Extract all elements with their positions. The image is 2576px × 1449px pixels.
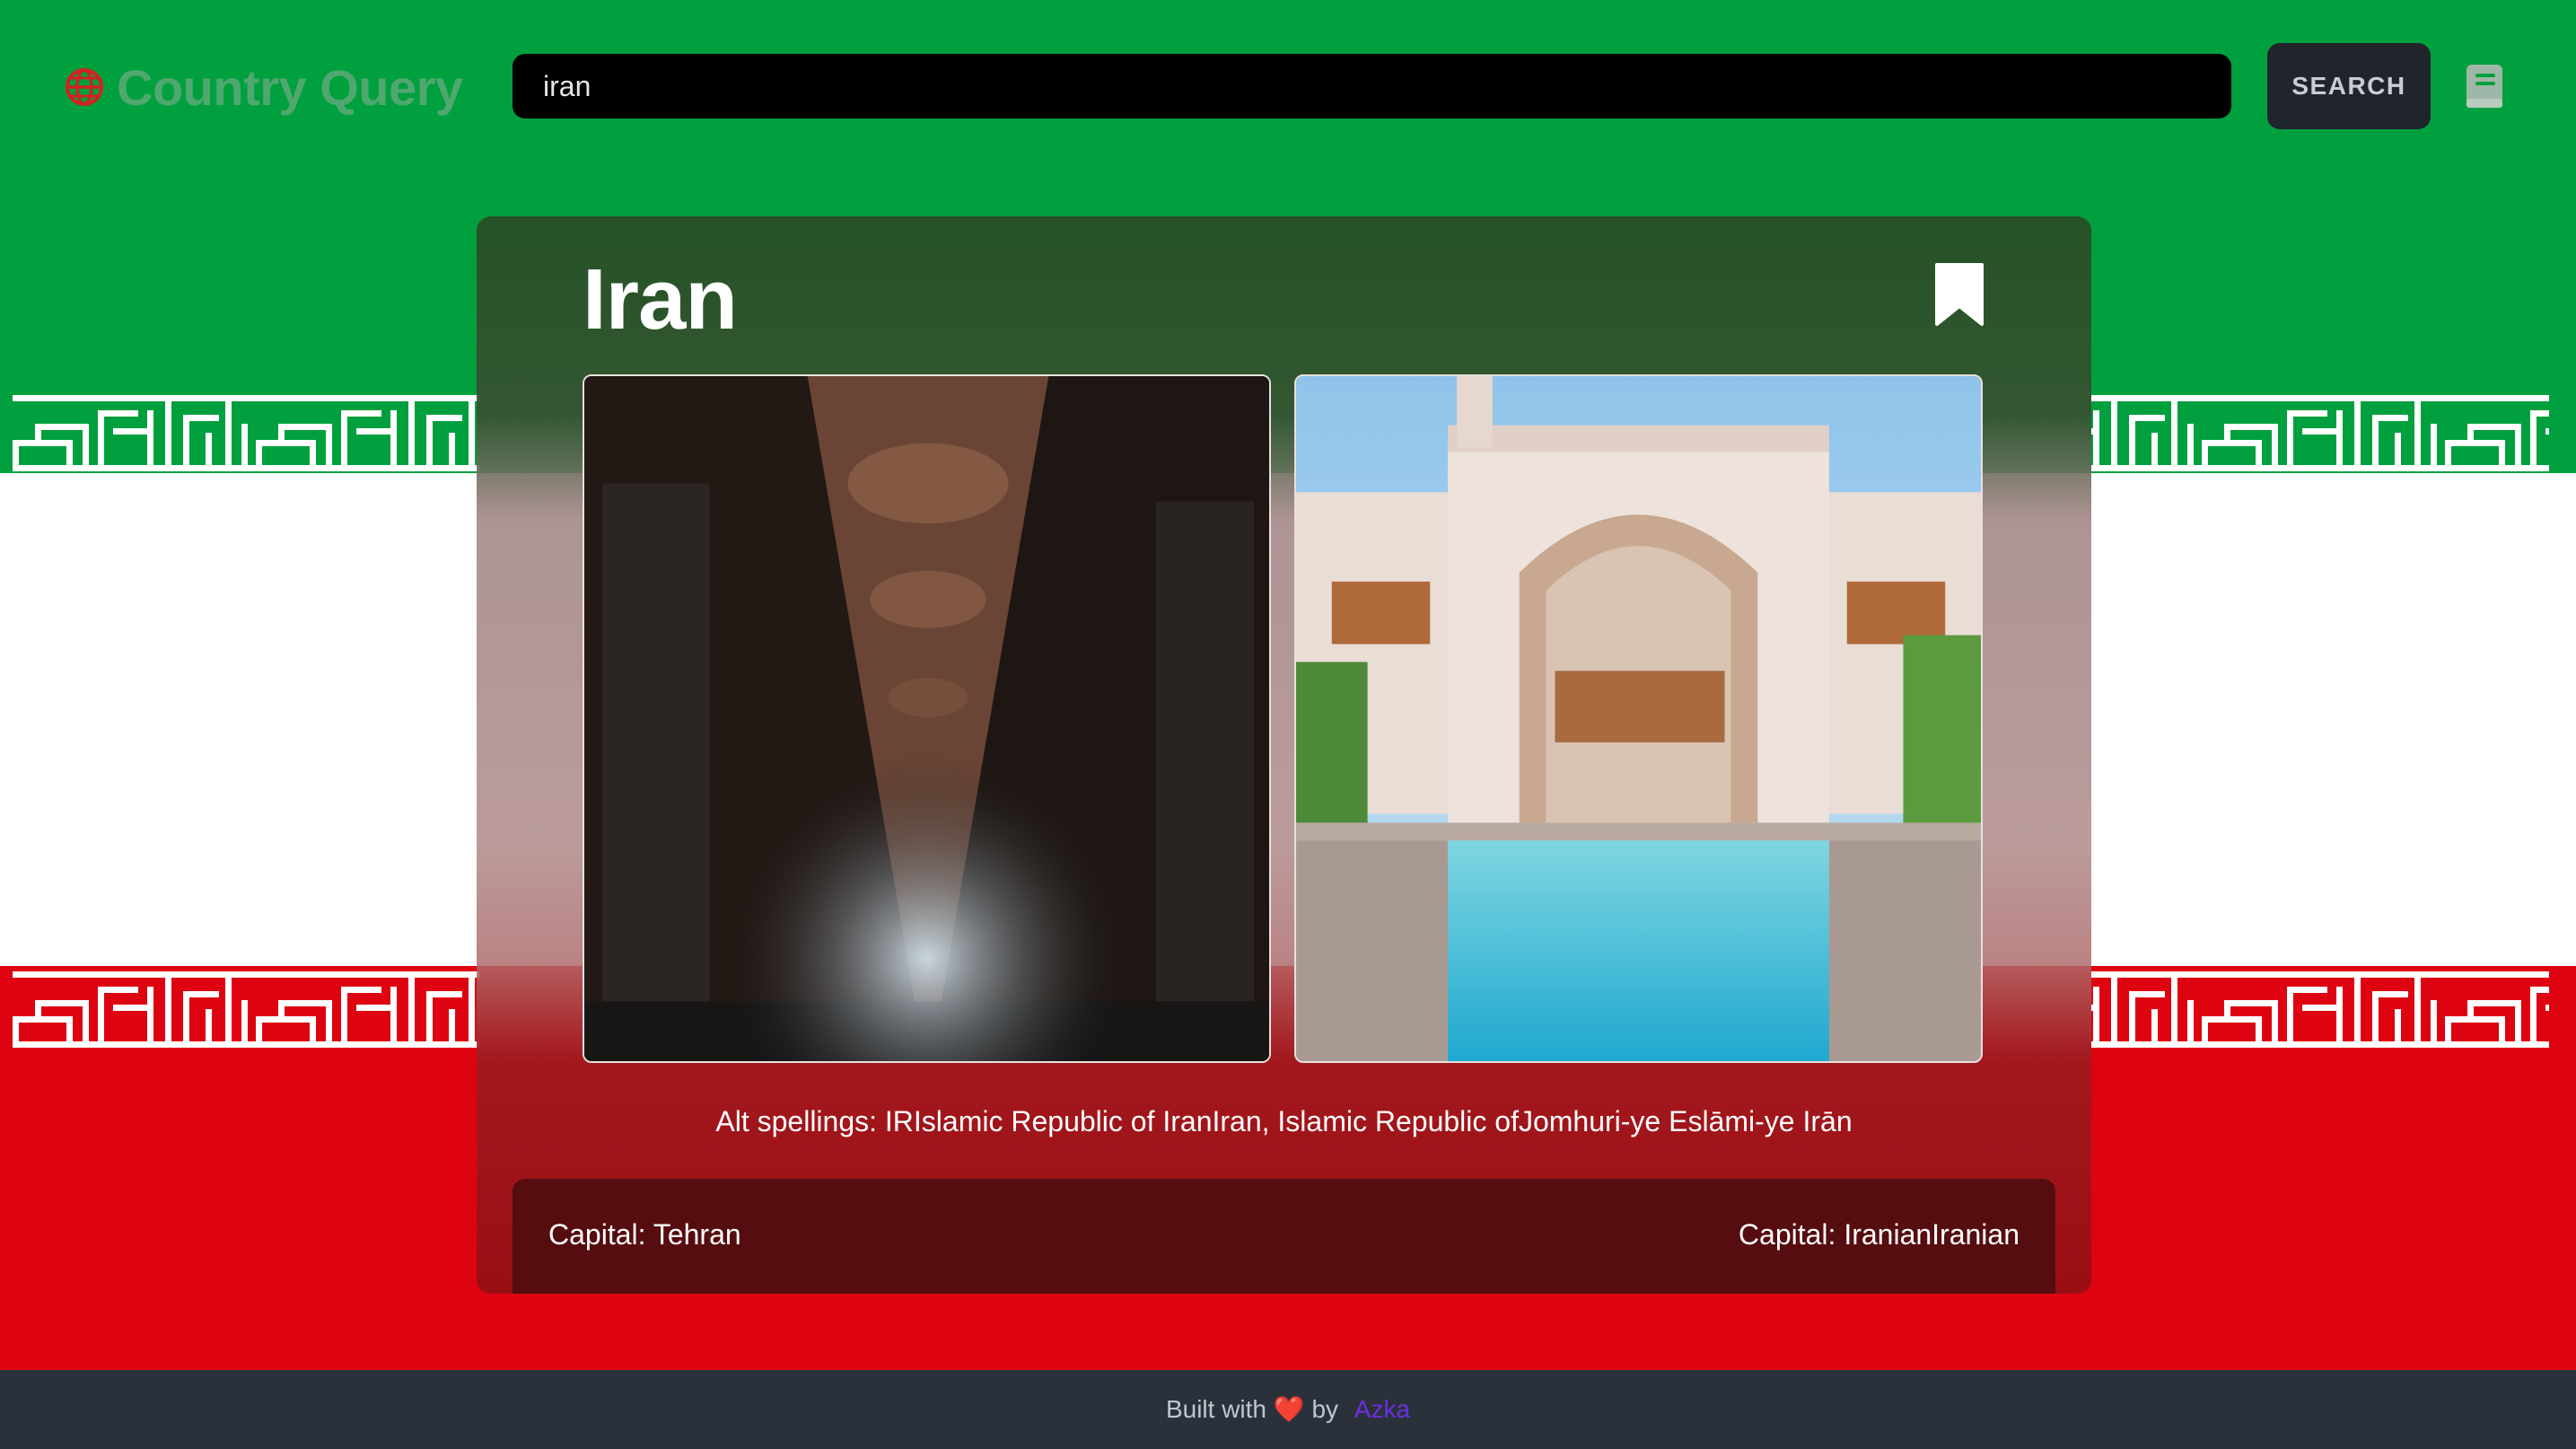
demonym-text: Capital: IranianIranian [1738,1218,2020,1251]
country-card: Iran Alt spellings: IRIslamic Republic o… [477,216,2091,1294]
book-icon[interactable] [2465,63,2504,110]
search-input[interactable] [513,54,2231,119]
footer: Built with ❤️ by Azka [0,1370,2576,1449]
bazaar-corridor-image [584,376,1269,1061]
globe-icon [66,68,103,106]
capital-text: Capital: Tehran [548,1218,741,1251]
country-photo-bazaar [583,374,1271,1063]
bookmark-icon[interactable] [1933,261,1985,328]
brand[interactable]: Country Query [65,56,463,119]
alt-spellings: Alt spellings: IRIslamic Republic of Ira… [715,1105,1853,1137]
heart-icon: ❤️ [1273,1395,1305,1423]
search-button[interactable]: SEARCH [2267,43,2431,129]
author-link[interactable]: Azka [1354,1395,1410,1423]
footer-built-with: Built with [1165,1395,1266,1423]
country-photo-mansion [1294,374,1983,1063]
courtyard-pool-image [1296,376,1981,1061]
country-info-bar: Capital: Tehran Capital: IranianIranian [513,1179,2055,1294]
top-navbar: Country Query SEARCH [0,0,2576,171]
footer-by: by [1311,1395,1339,1423]
country-name: Iran [583,251,738,347]
brand-title: Country Query [117,58,463,116]
